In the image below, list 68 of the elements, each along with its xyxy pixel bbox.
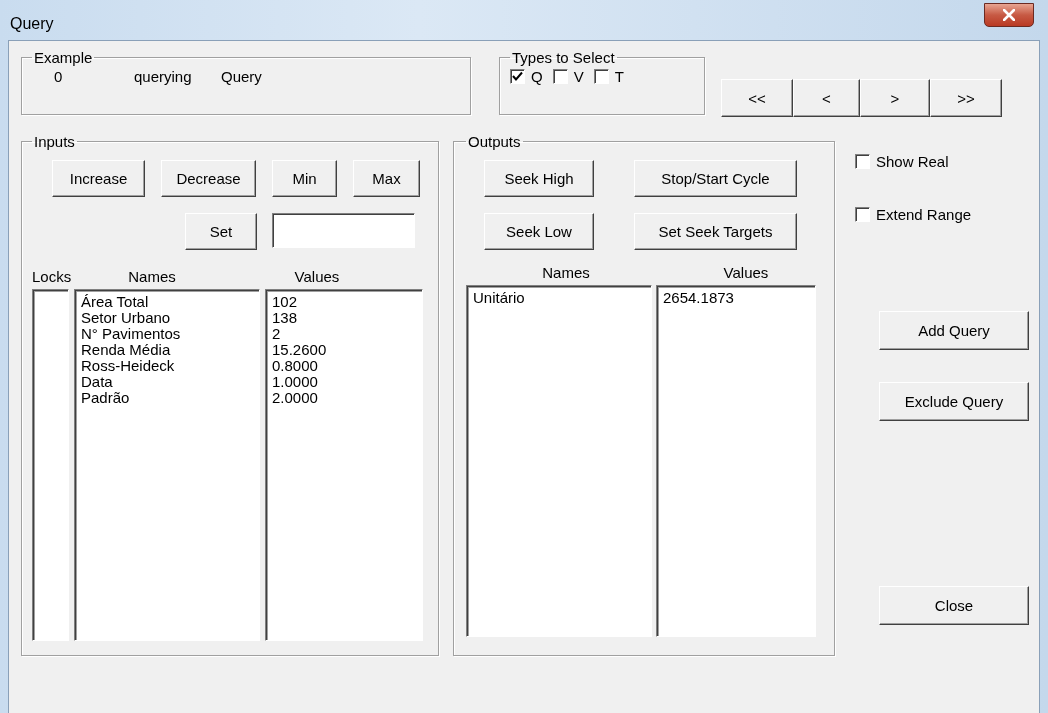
list-item[interactable]: 2: [272, 326, 416, 342]
output-button[interactable]: Stop/Start Cycle: [634, 160, 797, 197]
nav-button[interactable]: >: [860, 79, 930, 117]
checkbox-box[interactable]: [593, 69, 609, 84]
set-value-field[interactable]: [272, 213, 415, 248]
output-button[interactable]: Set Seek Targets: [634, 213, 797, 250]
input-button[interactable]: Increase: [52, 160, 145, 197]
group-legend: Outputs: [466, 133, 523, 150]
list-item[interactable]: 1.0000: [272, 374, 416, 390]
checkbox[interactable]: Q: [510, 68, 543, 85]
action-button[interactable]: Add Query: [879, 311, 1029, 350]
example-text: Query: [221, 68, 263, 85]
checkbox[interactable]: Show Real: [855, 153, 1029, 170]
checkbox-label: Extend Range: [876, 206, 972, 223]
list-item[interactable]: Setor Urbano: [81, 310, 253, 326]
action-button[interactable]: Close: [879, 586, 1029, 625]
column-header: Values: [293, 268, 341, 285]
checkbox-label: Show Real: [876, 153, 949, 170]
list-item[interactable]: Área Total: [81, 294, 253, 310]
checkbox-box[interactable]: [510, 69, 525, 84]
values-list[interactable]: 2654.1873: [656, 285, 816, 637]
list-item[interactable]: 2654.1873: [663, 290, 809, 306]
group-legend: Types to Select: [510, 49, 617, 66]
checkbox-label: T: [614, 68, 624, 85]
list-item[interactable]: 0.8000: [272, 358, 416, 374]
checkbox[interactable]: T: [593, 68, 624, 85]
nav-button[interactable]: <: [793, 79, 860, 117]
set-button[interactable]: Set: [185, 213, 257, 250]
list-item[interactable]: Unitário: [473, 290, 645, 306]
locks-list[interactable]: [32, 289, 69, 641]
list-item[interactable]: 2.0000: [272, 390, 416, 406]
group-legend: Example: [32, 49, 95, 66]
example-text: querying: [134, 68, 193, 85]
checkbox-box[interactable]: [552, 69, 568, 84]
list-item[interactable]: Padrão: [81, 390, 253, 406]
list-item[interactable]: 102: [272, 294, 416, 310]
checkbox-label: V: [573, 68, 584, 85]
group-legend: Inputs: [32, 133, 77, 150]
checkbox-box[interactable]: [855, 207, 870, 222]
action-button[interactable]: Exclude Query: [879, 382, 1029, 421]
output-button[interactable]: Seek Low: [484, 213, 594, 250]
input-button[interactable]: Min: [272, 160, 337, 197]
list-item[interactable]: Data: [81, 374, 253, 390]
names-list[interactable]: Área Total Setor Urbano N° Pavimentos Renda Média Ross-Heideck Data Padrão: [74, 289, 260, 641]
checkbox[interactable]: V: [552, 68, 584, 85]
list-item[interactable]: 15.2600: [272, 342, 416, 358]
checkbox-box[interactable]: [855, 154, 870, 169]
input-button[interactable]: Max: [353, 160, 420, 197]
close-button[interactable]: [984, 3, 1034, 27]
nav-button[interactable]: <<: [721, 79, 793, 117]
list-item[interactable]: Ross-Heideck: [81, 358, 253, 374]
close-icon: [1003, 9, 1015, 21]
output-button[interactable]: Seek High: [484, 160, 594, 197]
list-item[interactable]: Renda Média: [81, 342, 253, 358]
input-button[interactable]: Decrease: [161, 160, 256, 197]
checkbox-label: Q: [531, 68, 543, 85]
names-list[interactable]: Unitário: [466, 285, 652, 637]
nav-button[interactable]: >>: [930, 79, 1002, 117]
list-item[interactable]: 138: [272, 310, 416, 326]
column-header: Names: [127, 268, 177, 285]
column-header: Names: [541, 264, 591, 281]
values-list[interactable]: 102 138 2 15.2600 0.8000 1.0000 2.0000: [265, 289, 423, 641]
list-item[interactable]: N° Pavimentos: [81, 326, 253, 342]
checkbox[interactable]: Extend Range: [855, 206, 1029, 223]
column-header: Values: [722, 264, 770, 281]
column-header: Locks: [32, 268, 73, 285]
example-text: 0: [53, 68, 64, 85]
window-title: Query: [10, 14, 54, 33]
